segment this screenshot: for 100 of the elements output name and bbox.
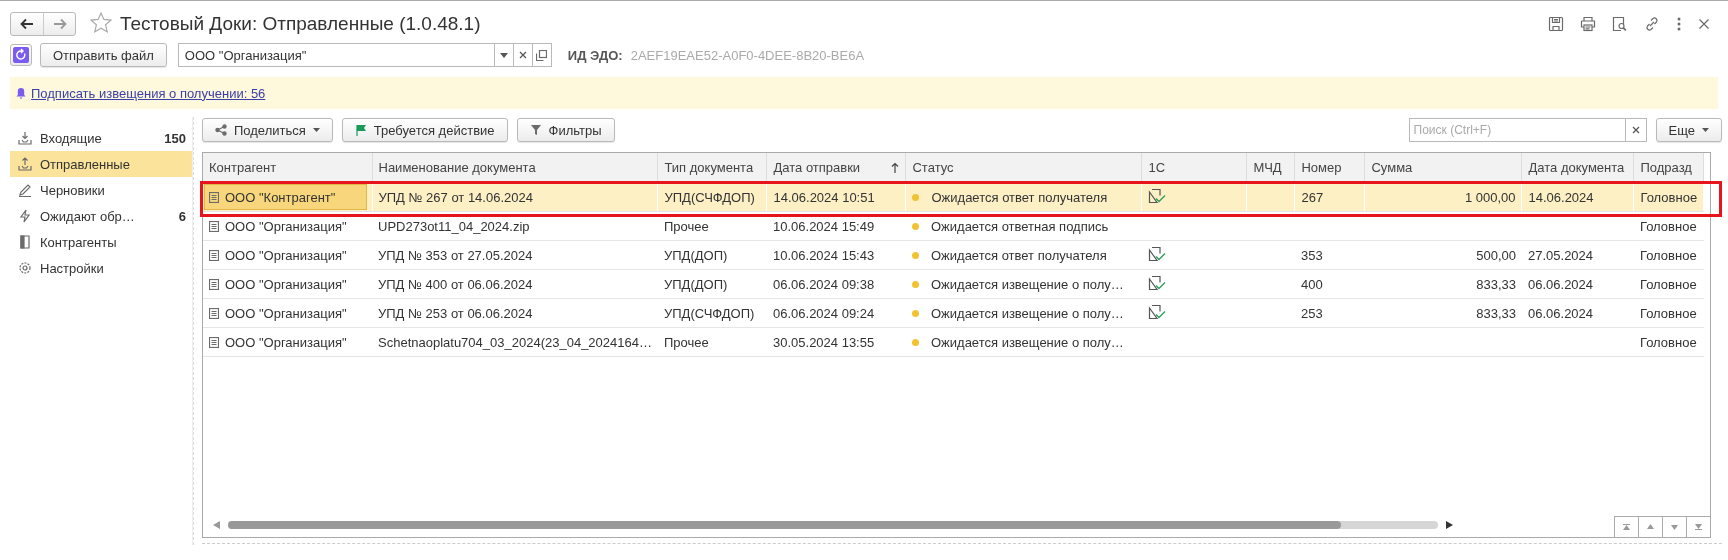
search-field[interactable]: Поиск (Ctrl+F): [1408, 118, 1626, 142]
table-cell: Ожидается ответ получателя: [931, 247, 1107, 263]
document-icon: [209, 249, 219, 261]
table-cell: Ожидается извещение о полу…: [931, 305, 1124, 321]
close-icon[interactable]: [1698, 17, 1710, 30]
column-header[interactable]: Наименование документа: [372, 153, 658, 183]
document-icon: [209, 278, 219, 290]
table-cell: ООО "Организация": [225, 276, 347, 292]
table-cell: Головное: [1640, 276, 1697, 292]
table-cell: 06.06.2024: [1528, 276, 1594, 292]
status-dot: [912, 193, 920, 201]
open-window-icon[interactable]: [536, 49, 548, 61]
column-header[interactable]: Дата документа: [1522, 153, 1634, 183]
table-cell: УПД № 353 от 27.05.2024: [378, 247, 533, 263]
edo-id-label: ИД ЭДО:: [567, 47, 623, 63]
table-cell: УПД(ДОП): [664, 276, 728, 292]
filter-button[interactable]: Фильтры: [516, 118, 615, 142]
column-header[interactable]: Контрагент: [203, 153, 372, 183]
sidebar-item[interactable]: Контрагенты: [10, 229, 192, 255]
column-header[interactable]: Тип документа: [658, 153, 767, 183]
book-icon: [18, 235, 32, 249]
status-dot: [912, 309, 919, 317]
signed-document-icon: [1148, 303, 1166, 320]
document-icon: [209, 307, 219, 319]
edo-id-value: 2AEF19EAE52-A0F0-4DEE-8B20-BE6A: [630, 47, 865, 63]
status-dot: [912, 251, 919, 259]
link-icon[interactable]: [1644, 15, 1660, 32]
sign-notices-link[interactable]: Подписать извещения о получении: 56: [31, 85, 266, 101]
table-cell: Ожидается извещение о полу…: [931, 276, 1124, 292]
flag-button[interactable]: Требуется действие: [341, 118, 508, 142]
previous-row-button[interactable]: [1638, 516, 1662, 537]
last-row-button[interactable]: [1686, 516, 1710, 537]
table-cell: 833,33: [1476, 305, 1516, 321]
table-cell: УПД(ДОП): [664, 247, 728, 263]
print-icon[interactable]: [1580, 15, 1596, 32]
share-icon: [215, 124, 227, 136]
gear-icon: [18, 261, 32, 275]
horizontal-scrollbar[interactable]: [228, 521, 1438, 529]
sidebar-item[interactable]: Входящие 150: [10, 125, 192, 151]
table-cell: Головное: [1640, 305, 1697, 321]
column-header[interactable]: Дата отправки: [767, 153, 906, 183]
table-cell: 06.06.2024 09:24: [773, 305, 875, 321]
table-cell: ООО "Контрагент": [225, 189, 336, 205]
table-cell: Schetnaoplatu704_03_2024(23_04_2024164…: [378, 334, 652, 350]
table-cell: Головное: [1640, 218, 1697, 234]
sidebar-item[interactable]: Настройки: [10, 255, 192, 281]
last-icon: [1695, 523, 1702, 531]
column-header[interactable]: Сумма: [1365, 153, 1522, 183]
sidebar-item[interactable]: Ожидают обр… 6: [10, 203, 192, 229]
clear-icon[interactable]: [518, 51, 527, 59]
column-header[interactable]: Номер: [1295, 153, 1365, 183]
table-cell: УПД № 253 от 06.06.2024: [378, 305, 533, 321]
table-cell: 06.06.2024: [1528, 305, 1594, 321]
table-cell: УПД(СЧФДОП): [664, 305, 755, 321]
inbox-icon: [18, 131, 32, 145]
table-cell: 253: [1301, 305, 1323, 321]
table-cell: 27.05.2024: [1528, 247, 1594, 263]
outbox-icon: [18, 157, 32, 171]
bell-icon: [16, 87, 26, 99]
table-cell: ООО "Организация": [225, 247, 347, 263]
refresh-button[interactable]: [10, 44, 32, 66]
table-cell: Ожидается ответ получателя: [931, 189, 1108, 205]
table-cell: 400: [1301, 276, 1323, 292]
table-cell: 14.06.2024: [1528, 189, 1594, 205]
share-button[interactable]: Поделиться: [202, 118, 333, 142]
send-file-button[interactable]: Отправить файл: [40, 43, 167, 67]
preview-icon[interactable]: [1612, 15, 1628, 32]
first-row-button[interactable]: [1614, 516, 1638, 537]
more-button[interactable]: Еще: [1655, 118, 1722, 142]
sidebar-item[interactable]: Черновики: [10, 177, 192, 203]
column-header[interactable]: 1С: [1142, 153, 1247, 183]
dropdown-arrow-icon[interactable]: [499, 52, 508, 58]
status-dot: [912, 222, 919, 230]
up-icon: [1647, 523, 1654, 531]
sidebar-item[interactable]: Отправленные: [10, 151, 192, 177]
signed-document-icon: [1148, 245, 1166, 262]
sort-arrow-icon: [891, 162, 900, 173]
table-cell: 267: [1301, 189, 1324, 205]
star-icon[interactable]: [90, 11, 112, 33]
table-cell: 14.06.2024 10:51: [773, 189, 875, 205]
organization-field[interactable]: ООО "Организация": [177, 43, 495, 67]
lightning-icon: [18, 209, 32, 223]
table-cell: 10.06.2024 15:43: [773, 247, 875, 263]
status-dot: [912, 338, 919, 346]
column-header[interactable]: Статус: [906, 153, 1142, 183]
table-cell: УПД № 267 от 14.06.2024: [378, 189, 533, 205]
clear-icon[interactable]: [1631, 126, 1640, 134]
table-cell: ООО "Организация": [225, 334, 347, 350]
save-icon[interactable]: [1548, 15, 1564, 32]
more-icon[interactable]: [1676, 15, 1682, 32]
caret-icon: [312, 128, 320, 132]
table-cell: Головное: [1640, 334, 1697, 350]
column-header[interactable]: Подразд: [1634, 153, 1704, 183]
status-dot: [912, 280, 919, 288]
table-cell: 30.05.2024 13:55: [773, 334, 875, 350]
table-cell: ООО "Организация": [225, 305, 347, 321]
table-cell: UPD273ot11_04_2024.zip: [378, 218, 530, 234]
next-row-button[interactable]: [1662, 516, 1686, 537]
first-icon: [1623, 523, 1630, 531]
flag-icon: [354, 124, 367, 136]
